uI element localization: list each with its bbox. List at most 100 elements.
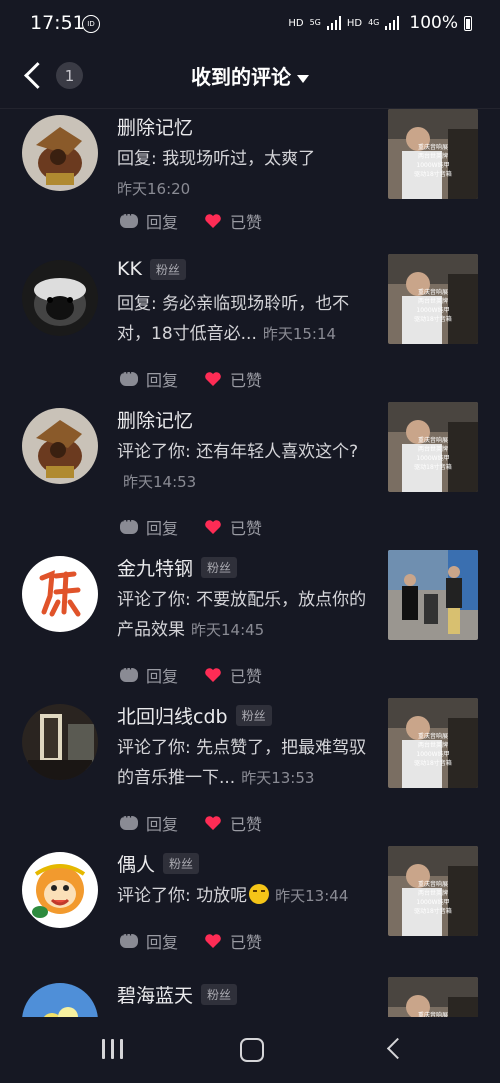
battery-percent: 100%: [409, 13, 458, 33]
username[interactable]: KK: [117, 258, 142, 280]
signal-icon-2: [385, 16, 400, 30]
home-icon[interactable]: [239, 1035, 265, 1065]
list-item[interactable]: 北回归线cdb 粉丝 评论了你: 先点赞了，把最难驾驭的音乐推一下... 昨天13…: [0, 698, 500, 846]
like-button[interactable]: 已赞: [204, 929, 262, 953]
comment-content: 评论了你: 功放呢: [117, 886, 248, 906]
heart-icon: [204, 213, 222, 229]
comment-text[interactable]: 回复: 我现场听过，太爽了: [117, 144, 379, 174]
avatar[interactable]: [22, 115, 98, 191]
comment-text[interactable]: 回复: 务必亲临现场聆听，也不对，18寸低音必... 昨天15:14: [117, 289, 379, 349]
like-button[interactable]: 已赞: [204, 663, 262, 687]
like-button[interactable]: 已赞: [204, 209, 262, 233]
hd-label-1: HD: [288, 17, 304, 29]
username[interactable]: 删除记忆: [117, 113, 193, 140]
avatar[interactable]: [22, 852, 98, 928]
thumb-caption-2: 两台世英牌: [418, 741, 448, 749]
video-thumbnail[interactable]: 重庆音响展 两台世英牌 1000W纯甲 驱动18寸音箱: [388, 109, 478, 199]
comment-time: 昨天16:20: [117, 180, 191, 198]
comment-content: 回复: 我现场听过，太爽了: [117, 149, 316, 169]
thumb-caption-4: 驱动18寸音箱: [414, 907, 452, 915]
fan-badge: 粉丝: [235, 705, 272, 726]
name-row: 碧海蓝天 粉丝: [117, 981, 238, 1008]
video-thumbnail[interactable]: 重庆音响展 两台世英牌 1000W纯甲 驱动18寸音箱: [388, 698, 478, 788]
fan-badge: 粉丝: [201, 557, 238, 578]
nav-back-icon[interactable]: [382, 1035, 408, 1065]
video-thumbnail[interactable]: 重庆音响展 两台世英牌 1000W纯甲 驱动18寸音箱: [388, 402, 478, 492]
heart-icon: [204, 933, 222, 949]
signal-icon: [326, 16, 341, 30]
actions-row: 回复 已赞: [120, 366, 262, 391]
name-row: 偶人 粉丝: [117, 850, 200, 877]
battery-icon: [464, 15, 472, 31]
reply-label: 回复: [146, 667, 179, 686]
comment-bubble-icon: [120, 366, 138, 386]
liked-label: 已赞: [230, 213, 263, 232]
video-thumbnail[interactable]: 重庆音响展 两台世英牌 1000W纯甲 驱动18寸音箱: [388, 846, 478, 936]
page-title: 收到的评论: [191, 65, 291, 89]
comment-bubble-icon: [120, 810, 138, 830]
thumb-caption-1: 重庆音响展: [418, 143, 448, 151]
thumb-caption-1: 重庆音响展: [418, 436, 448, 444]
thumb-caption-2: 两台世英牌: [418, 889, 448, 897]
comment-text[interactable]: 评论了你: 还有年轻人喜欢这个? 昨天14:53: [117, 437, 379, 497]
name-row: 删除记忆: [117, 113, 193, 140]
like-button[interactable]: 已赞: [204, 367, 262, 391]
thumb-caption-1: 重庆音响展: [418, 732, 448, 740]
video-thumbnail[interactable]: 重庆音响展: [388, 977, 478, 1017]
reply-button[interactable]: 回复: [120, 810, 178, 835]
username[interactable]: 北回归线cdb: [117, 702, 228, 729]
avatar[interactable]: [22, 260, 98, 336]
avatar[interactable]: [22, 983, 98, 1017]
list-item[interactable]: 金九特钢 粉丝 评论了你: 不要放配乐，放点你的产品效果昨天14:45 回复 已…: [0, 550, 500, 698]
status-time: 17:51: [30, 12, 85, 34]
thumb-caption-4: 驱动18寸音箱: [414, 170, 452, 178]
comment-time: 昨天13:44: [275, 887, 349, 905]
reply-button[interactable]: 回复: [120, 514, 179, 539]
comment-time: 昨天14:45: [191, 621, 265, 639]
thumb-caption-3: 1000W纯甲: [416, 161, 449, 169]
reply-label: 回复: [146, 213, 179, 232]
comment-text[interactable]: 评论了你: 先点赞了，把最难驾驭的音乐推一下... 昨天13:53: [117, 733, 379, 793]
thumb-caption-1: 重庆音响展: [418, 880, 448, 888]
list-item[interactable]: 偶人 粉丝 评论了你: 功放呢 昨天13:44 回复 已赞 重庆音响展 两台世英牌…: [0, 846, 500, 976]
comment-bubble-icon: [120, 662, 138, 682]
list-item[interactable]: 碧海蓝天 粉丝 重庆音响展: [0, 977, 500, 1017]
thumb-caption-3: 1000W纯甲: [416, 898, 449, 906]
avatar[interactable]: [22, 704, 98, 780]
avatar[interactable]: [22, 408, 98, 484]
notification-icon: ID: [82, 15, 100, 33]
thumb-caption-2: 两台世英牌: [418, 152, 448, 160]
reply-button[interactable]: 回复: [120, 928, 178, 953]
heart-icon: [204, 815, 222, 831]
username[interactable]: 碧海蓝天: [117, 981, 193, 1008]
name-row: KK 粉丝: [117, 258, 186, 280]
liked-label: 已赞: [230, 371, 263, 390]
list-item[interactable]: 删除记忆 回复: 我现场听过，太爽了 昨天16:20 回复 已赞 重庆音响展 两…: [0, 109, 500, 257]
recent-apps-icon[interactable]: [100, 1035, 126, 1065]
video-thumbnail[interactable]: [388, 550, 478, 640]
video-thumbnail[interactable]: 重庆音响展 两台世英牌 1000W纯甲 驱动18寸音箱: [388, 254, 478, 344]
thumb-caption-1: 重庆音响展: [418, 288, 448, 296]
reply-button[interactable]: 回复: [120, 208, 179, 233]
title-dropdown[interactable]: 收到的评论: [0, 61, 500, 90]
like-button[interactable]: 已赞: [204, 811, 262, 835]
comment-list[interactable]: 删除记忆 回复: 我现场听过，太爽了 昨天16:20 回复 已赞 重庆音响展 两…: [0, 109, 500, 1017]
hd-label-2: HD: [346, 17, 363, 29]
name-row: 金九特钢 粉丝: [117, 554, 238, 581]
reply-label: 回复: [146, 519, 179, 538]
reply-button[interactable]: 回复: [120, 366, 178, 391]
list-item[interactable]: 删除记忆 评论了你: 还有年轻人喜欢这个? 昨天14:53 回复 已赞 重庆音响展…: [0, 402, 500, 550]
username[interactable]: 偶人: [117, 850, 155, 877]
comment-bubble-icon: [120, 514, 138, 534]
like-button[interactable]: 已赞: [204, 515, 262, 539]
list-item[interactable]: KK 粉丝 回复: 务必亲临现场聆听，也不对，18寸低音必... 昨天15:14 …: [0, 254, 500, 402]
username[interactable]: 金九特钢: [117, 554, 193, 581]
comment-text[interactable]: 评论了你: 不要放配乐，放点你的产品效果 昨天14:45: [117, 585, 379, 645]
caret-down-icon: [297, 74, 309, 83]
avatar[interactable]: [22, 556, 98, 632]
username[interactable]: 删除记忆: [117, 406, 193, 433]
system-nav-bar: [0, 1017, 500, 1083]
comment-time: 昨天14:53: [123, 473, 197, 491]
comment-text[interactable]: 评论了你: 功放呢 昨天13:44: [117, 881, 387, 911]
reply-button[interactable]: 回复: [120, 662, 179, 687]
